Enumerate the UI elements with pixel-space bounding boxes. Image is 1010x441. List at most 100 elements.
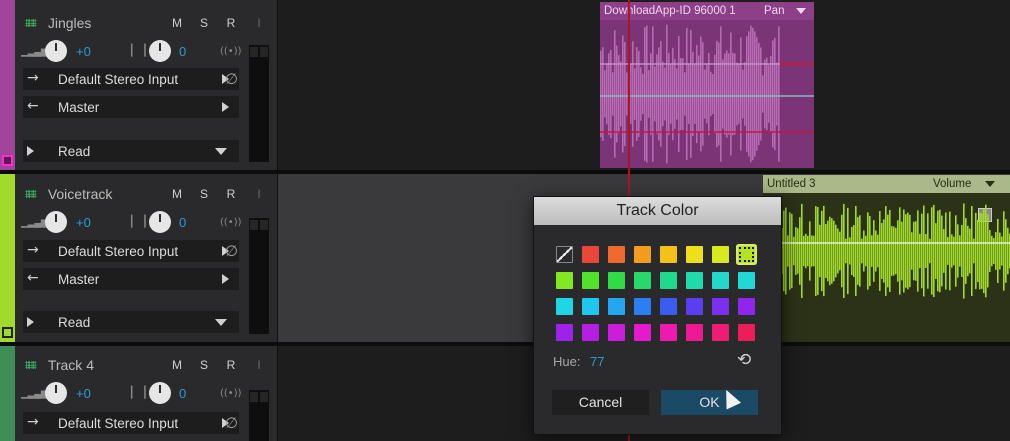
color-swatch[interactable] [556, 272, 573, 289]
input-monitor-button[interactable]: I [247, 354, 271, 376]
broadcast-icon[interactable]: ((•)) [220, 217, 242, 228]
volume-knob[interactable] [45, 40, 67, 62]
color-swatch[interactable] [634, 246, 651, 263]
cancel-button[interactable]: Cancel [552, 390, 649, 415]
volume-value[interactable]: +0 [76, 44, 91, 59]
track-select-checkbox[interactable] [2, 327, 13, 338]
record-button[interactable]: R [219, 12, 243, 34]
pan-icon: ▕▏▕▏ [125, 215, 152, 228]
color-swatch[interactable] [582, 246, 599, 263]
pan-value[interactable]: 0 [179, 386, 186, 401]
phase-invert-icon[interactable]: ∅ [225, 70, 238, 88]
color-swatch[interactable] [686, 272, 703, 289]
audio-clip[interactable]: Untitled 3 Volume [763, 175, 1010, 342]
color-swatch[interactable] [712, 298, 729, 315]
color-swatch[interactable] [738, 272, 755, 289]
input-monitor-button[interactable]: I [247, 12, 271, 34]
record-button[interactable]: R [219, 183, 243, 205]
color-swatch[interactable] [738, 298, 755, 315]
output-select[interactable]: ← Master [23, 268, 239, 290]
track-name[interactable]: Voicetrack [48, 186, 113, 202]
track-name[interactable]: Jingles [48, 15, 92, 31]
chevron-right-icon [222, 102, 229, 112]
solo-button[interactable]: S [192, 354, 216, 376]
track-header: ⩩⩩ Track 4 M S R I ▁▂▃▅ +0 ▕▏▕▏ 0 ((•)) … [15, 346, 278, 441]
color-swatch[interactable] [608, 324, 625, 341]
chevron-down-icon[interactable] [985, 181, 995, 187]
clip-mode[interactable]: Pan [764, 2, 784, 20]
track-color-strip[interactable] [0, 174, 15, 342]
color-swatch[interactable] [582, 272, 599, 289]
track-title-row: ⩩⩩ Jingles [15, 12, 91, 34]
chevron-down-icon[interactable] [796, 8, 806, 14]
automation-label: Read [58, 315, 91, 330]
chevron-down-icon [215, 319, 227, 326]
volume-knob[interactable] [45, 211, 67, 233]
pan-value[interactable]: 0 [179, 215, 186, 230]
track-lane[interactable]: DownloadApp-ID 96000 1 Pan [278, 0, 1010, 170]
record-button[interactable]: R [219, 354, 243, 376]
color-swatch[interactable] [608, 298, 625, 315]
solo-button[interactable]: S [192, 12, 216, 34]
ok-button[interactable]: OK [661, 390, 758, 415]
color-swatch[interactable] [660, 324, 677, 341]
color-swatch[interactable] [556, 298, 573, 315]
color-swatch[interactable] [634, 324, 651, 341]
mute-button[interactable]: M [165, 354, 189, 376]
track-jingles: ⩩⩩ Jingles M S R I ▁▂▃▅ +0 ▕▏▕▏ 0 ((•)) … [0, 0, 1010, 170]
color-swatch[interactable] [582, 324, 599, 341]
color-swatch[interactable] [582, 298, 599, 315]
color-swatch[interactable] [634, 272, 651, 289]
automation-select[interactable]: Read [23, 311, 239, 333]
output-label: Master [58, 272, 100, 287]
mute-button[interactable]: M [165, 183, 189, 205]
hue-value[interactable]: 77 [590, 354, 604, 369]
input-select[interactable]: → Default Stereo Input [23, 240, 239, 262]
color-swatch[interactable] [660, 272, 677, 289]
color-swatch[interactable] [712, 324, 729, 341]
color-swatch[interactable] [686, 324, 703, 341]
color-swatch[interactable] [556, 324, 573, 341]
track-color-strip[interactable] [0, 0, 15, 170]
color-swatch[interactable] [608, 246, 625, 263]
volume-value[interactable]: +0 [76, 215, 91, 230]
pan-knob[interactable] [149, 40, 171, 62]
phase-invert-icon[interactable]: ∅ [225, 242, 238, 260]
output-select[interactable]: ← Master [23, 96, 239, 118]
broadcast-icon[interactable]: ((•)) [220, 46, 242, 57]
audio-clip[interactable]: DownloadApp-ID 96000 1 Pan [600, 2, 814, 168]
phase-invert-icon[interactable]: ∅ [225, 414, 238, 432]
input-monitor-button[interactable]: I [247, 183, 271, 205]
color-swatch[interactable] [634, 298, 651, 315]
waveform-icon: ⩩⩩ [25, 186, 37, 201]
expand-automation-icon[interactable] [27, 317, 34, 327]
color-swatch[interactable] [608, 272, 625, 289]
color-swatch[interactable] [660, 246, 677, 263]
track-select-checkbox[interactable] [2, 155, 13, 166]
input-select[interactable]: → Default Stereo Input [23, 412, 239, 434]
pan-value[interactable]: 0 [179, 44, 186, 59]
clip-mode[interactable]: Volume [933, 175, 971, 193]
color-swatch[interactable] [686, 246, 703, 263]
color-swatch[interactable] [738, 246, 755, 263]
mute-button[interactable]: M [165, 12, 189, 34]
automation-select[interactable]: Read [23, 140, 239, 162]
track-name[interactable]: Track 4 [48, 357, 94, 373]
track-color-strip[interactable] [0, 346, 15, 441]
no-color-swatch[interactable] [556, 246, 573, 263]
input-select[interactable]: → Default Stereo Input [23, 68, 239, 90]
color-swatch[interactable] [738, 324, 755, 341]
reset-hue-icon[interactable]: ⟲ [737, 350, 751, 370]
volume-value[interactable]: +0 [76, 386, 91, 401]
broadcast-icon[interactable]: ((•)) [220, 388, 242, 399]
pan-knob[interactable] [149, 382, 171, 404]
color-swatch[interactable] [660, 298, 677, 315]
volume-knob[interactable] [45, 382, 67, 404]
expand-automation-icon[interactable] [27, 146, 34, 156]
pan-knob[interactable] [149, 211, 171, 233]
color-swatch[interactable] [712, 272, 729, 289]
solo-button[interactable]: S [192, 183, 216, 205]
output-arrow-icon: ← [27, 270, 39, 286]
color-swatch[interactable] [712, 246, 729, 263]
color-swatch[interactable] [686, 298, 703, 315]
